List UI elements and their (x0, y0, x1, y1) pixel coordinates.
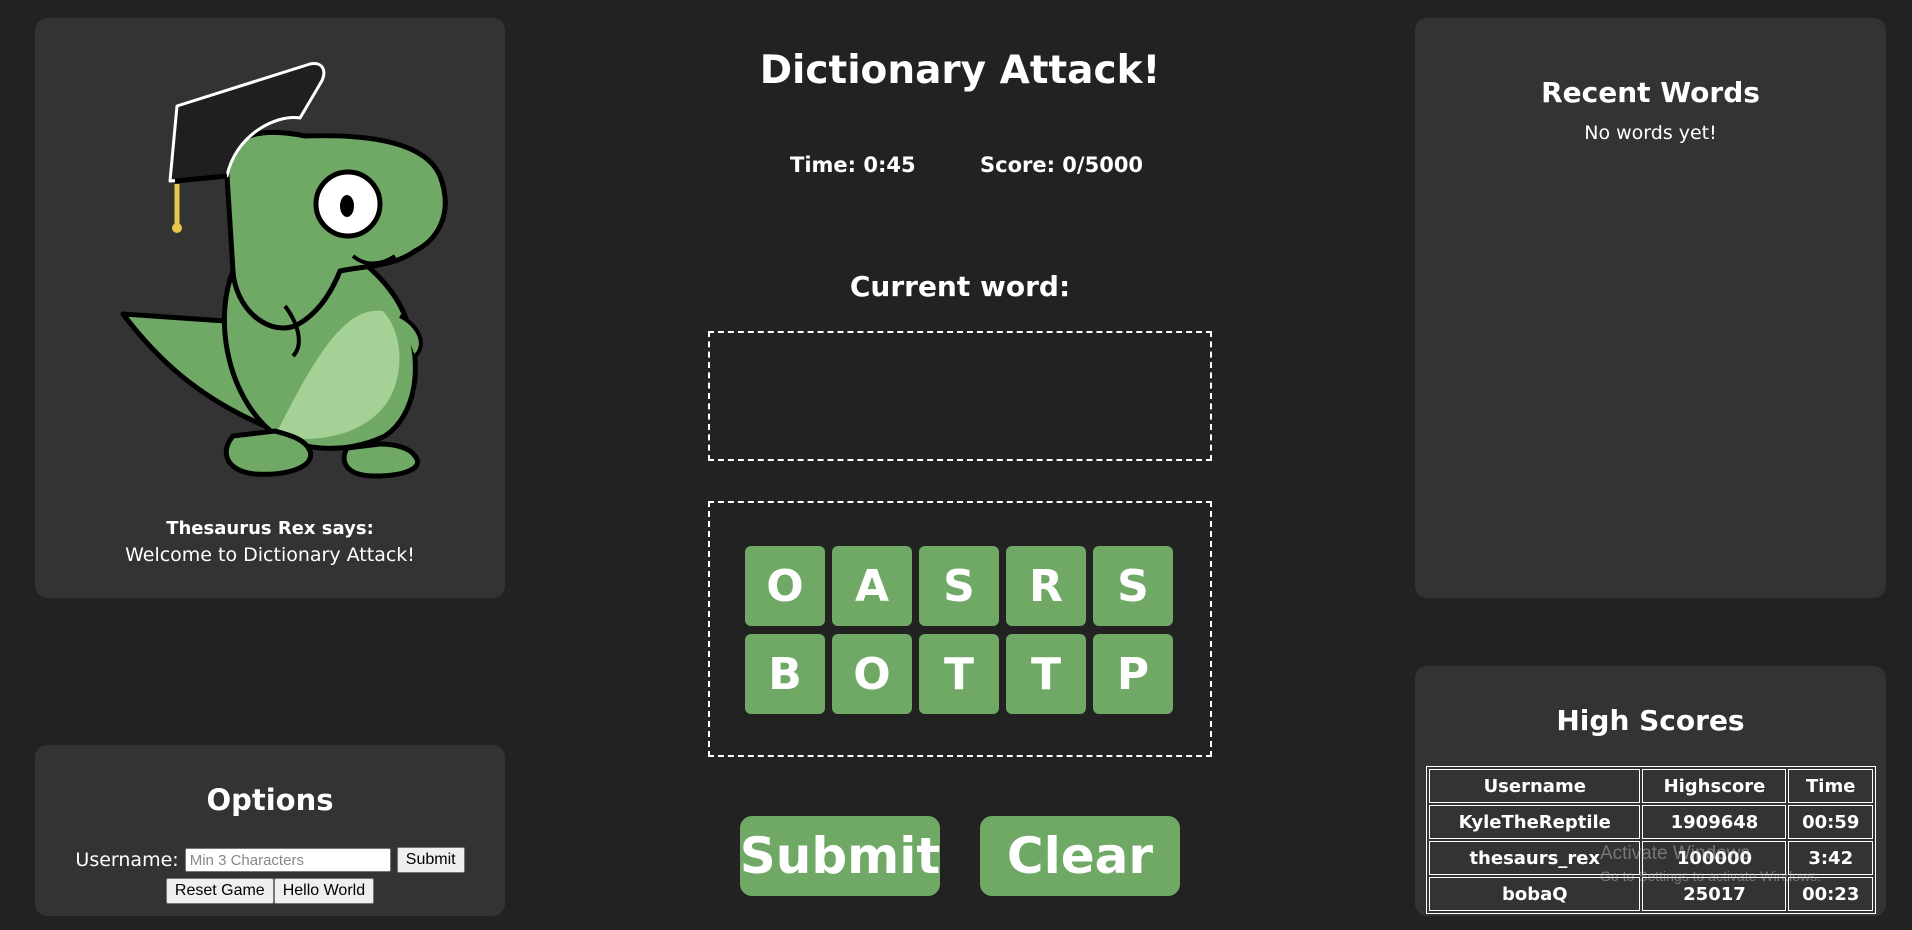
mascot-message: Welcome to Dictionary Attack! (125, 544, 415, 566)
column-header-time: Time (1788, 769, 1873, 803)
options-buttons-row: Reset Game Hello World (35, 878, 505, 904)
letter-tile[interactable]: P (1093, 634, 1173, 714)
high-scores-title: High Scores (1556, 704, 1745, 737)
activate-windows-subtext: Go to Settings to activate Windows. (1600, 868, 1821, 884)
column-header-highscore: Highscore (1642, 769, 1787, 803)
recent-words-empty: No words yet! (1584, 122, 1717, 144)
letter-tile[interactable]: S (919, 546, 999, 626)
username-submit-button[interactable]: Submit (396, 847, 465, 873)
letter-tile-area: O A S R S B O T T P (708, 501, 1212, 757)
time-cell: 00:59 (1788, 805, 1873, 839)
score: Score: 0/5000 (980, 153, 1144, 177)
letter-tile[interactable]: B (745, 634, 825, 714)
letter-tile[interactable]: A (832, 546, 912, 626)
recent-words-panel: Recent Words No words yet! (1415, 18, 1886, 598)
current-word-label: Current word: (849, 270, 1071, 303)
username-row: Username: Submit (35, 847, 505, 873)
letter-tiles-grid: O A S R S B O T T P (745, 546, 1173, 714)
timer: Time: 0:45 (790, 153, 916, 177)
mascot-says-title: Thesaurus Rex says: (166, 518, 374, 539)
submit-word-button[interactable]: Submit (740, 816, 940, 896)
letter-tile[interactable]: O (745, 546, 825, 626)
clear-word-button[interactable]: Clear (980, 816, 1180, 896)
high-scores-table: Username Highscore Time KyleTheReptile 1… (1426, 766, 1876, 914)
activate-windows-watermark: Activate Windows (1600, 843, 1750, 864)
letter-tile[interactable]: T (1006, 634, 1086, 714)
letter-tile[interactable]: T (919, 634, 999, 714)
username-label: Username: (75, 849, 179, 871)
options-panel: Options Username: Submit Reset GameHello… (35, 745, 505, 916)
hello-world-button[interactable]: Hello World (273, 878, 375, 904)
letter-tile[interactable]: S (1093, 546, 1173, 626)
column-header-username: Username (1429, 769, 1641, 803)
mascot-panel: Thesaurus Rex says: Welcome to Dictionar… (35, 18, 505, 598)
thesaurus-rex-dino-image (120, 62, 448, 479)
letter-tile[interactable]: R (1006, 546, 1086, 626)
game-title: Dictionary Attack! (759, 48, 1161, 93)
options-title: Options (206, 783, 334, 817)
username-cell: KyleTheReptile (1429, 805, 1641, 839)
username-input[interactable] (184, 848, 391, 872)
highscore-cell: 1909648 (1642, 805, 1787, 839)
current-word-box (708, 331, 1212, 461)
recent-words-title: Recent Words (1541, 76, 1760, 109)
table-header-row: Username Highscore Time (1429, 769, 1873, 803)
letter-tile[interactable]: O (832, 634, 912, 714)
table-row: KyleTheReptile 1909648 00:59 (1429, 805, 1873, 839)
reset-game-button[interactable]: Reset Game (165, 878, 274, 904)
